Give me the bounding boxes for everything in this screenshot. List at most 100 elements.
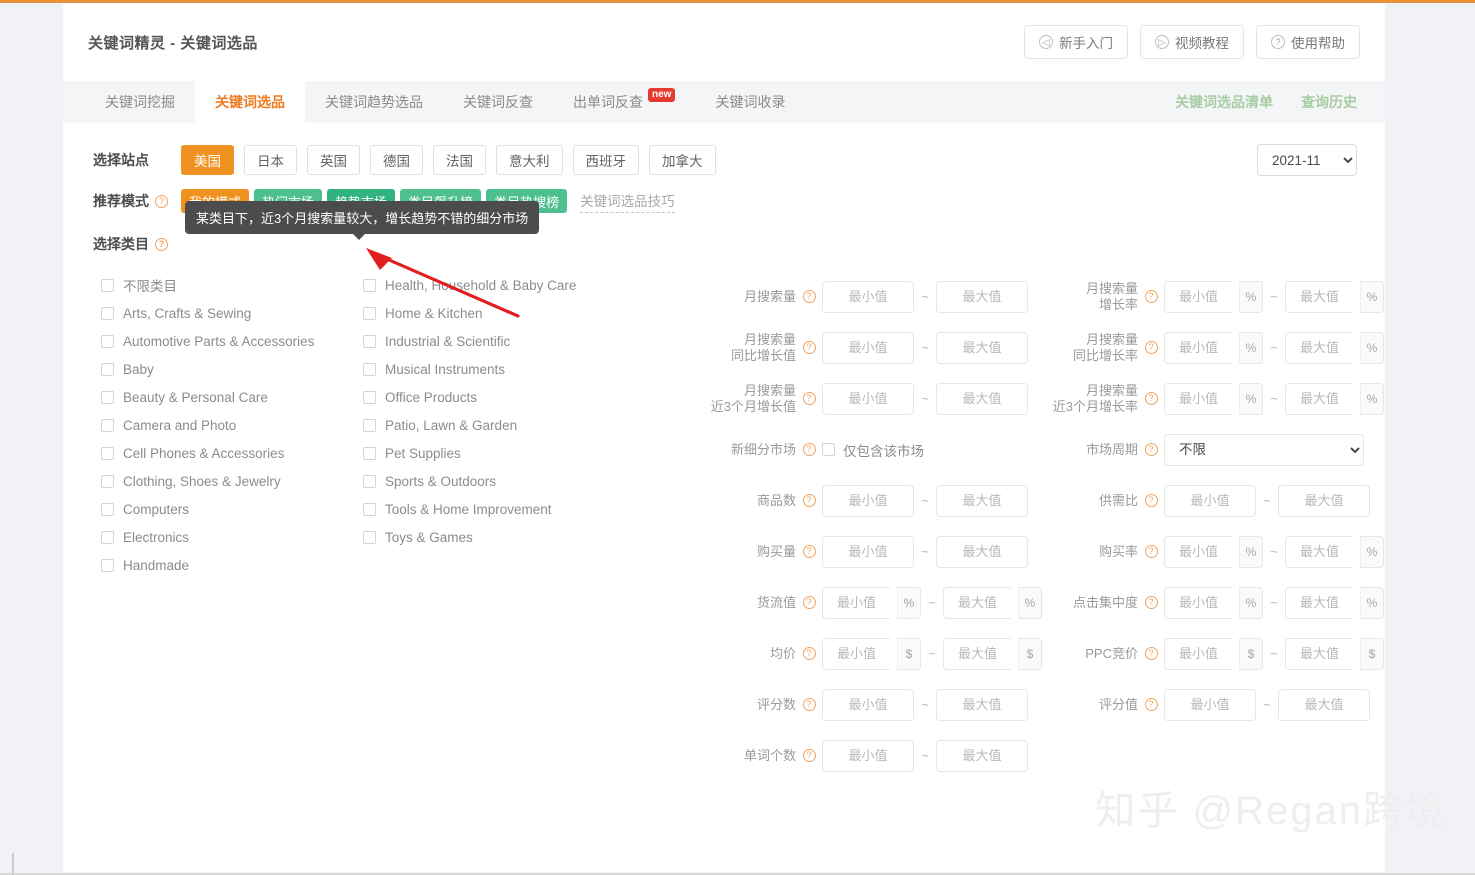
category-item[interactable]: Pet Supplies [363,439,625,467]
category-item[interactable]: Industrial & Scientific [363,327,625,355]
min-input[interactable] [1164,586,1232,619]
checkbox-icon[interactable] [363,334,376,348]
min-input[interactable] [822,739,914,772]
market-cycle-select[interactable]: 不限 [1164,433,1364,466]
category-item[interactable]: 不限类目 [101,271,363,299]
category-item[interactable]: Beauty & Personal Care [101,383,363,411]
category-item[interactable]: Home & Kitchen [363,299,625,327]
question-circle-icon[interactable]: ? [802,341,816,354]
beginner-guide-button[interactable]: ◁ 新手入门 [1024,25,1128,59]
category-item[interactable]: Electronics [101,523,363,551]
min-input[interactable] [822,331,914,364]
month-select[interactable]: 2021-11 [1257,144,1357,176]
max-input[interactable] [1285,586,1353,619]
category-item[interactable]: Cell Phones & Accessories [101,439,363,467]
tab-keyword-reverse[interactable]: 关键词反查 [443,81,553,123]
category-item[interactable]: Automotive Parts & Accessories [101,327,363,355]
question-circle-icon[interactable]: ? [1144,698,1158,711]
checkbox-icon[interactable] [101,530,114,544]
question-circle-icon[interactable]: ? [1144,443,1158,456]
checkbox-icon[interactable] [363,474,376,488]
category-item[interactable]: Clothing, Shoes & Jewelry [101,467,363,495]
min-input[interactable] [822,280,914,313]
video-tutorial-button[interactable]: ▷ 视频教程 [1140,25,1244,59]
min-input[interactable] [822,484,914,517]
site-button-ca[interactable]: 加拿大 [649,145,716,175]
min-input[interactable] [1164,535,1232,568]
category-item[interactable]: Baby [101,355,363,383]
min-input[interactable] [1164,637,1232,670]
max-input[interactable] [1285,280,1353,313]
max-input[interactable] [943,586,1011,619]
question-circle-icon[interactable]: ? [1144,647,1158,660]
checkbox-icon[interactable] [363,446,376,460]
max-input[interactable] [1285,331,1353,364]
max-input[interactable] [936,280,1028,313]
category-item[interactable]: Camera and Photo [101,411,363,439]
question-circle-icon[interactable]: ? [1144,494,1158,507]
max-input[interactable] [936,739,1028,772]
question-circle-icon[interactable]: ? [155,194,168,208]
checkbox-icon[interactable] [363,362,376,376]
category-item[interactable]: Handmade [101,551,363,579]
min-input[interactable] [822,637,890,670]
checkbox-icon[interactable] [101,446,114,460]
checkbox-icon[interactable] [363,306,376,320]
category-item[interactable]: Office Products [363,383,625,411]
checkbox-icon[interactable] [101,474,114,488]
question-circle-icon[interactable]: ? [1144,341,1158,354]
question-circle-icon[interactable]: ? [802,647,816,660]
only-this-market-checkbox-row[interactable]: 仅包含该市场 [822,440,924,460]
category-item[interactable]: Arts, Crafts & Sewing [101,299,363,327]
min-input[interactable] [1164,331,1232,364]
site-button-es[interactable]: 西班牙 [572,145,639,175]
question-circle-icon[interactable]: ? [802,290,816,303]
question-circle-icon[interactable]: ? [155,237,168,251]
checkbox-icon[interactable] [363,390,376,404]
question-circle-icon[interactable]: ? [1144,596,1158,609]
keyword-selection-list-link[interactable]: 关键词选品清单 [1175,92,1273,112]
checkbox-icon[interactable] [363,502,376,516]
category-item[interactable]: Musical Instruments [363,355,625,383]
site-button-uk[interactable]: 英国 [307,145,360,175]
min-input[interactable] [822,535,914,568]
checkbox-icon[interactable] [101,334,114,348]
max-input[interactable] [943,637,1011,670]
question-circle-icon[interactable]: ? [802,392,816,405]
keyword-selection-tips-link[interactable]: 关键词选品技巧 [580,190,675,213]
site-button-it[interactable]: 意大利 [496,145,563,175]
checkbox-icon[interactable] [363,278,376,292]
max-input[interactable] [936,331,1028,364]
category-item[interactable]: Toys & Games [363,523,625,551]
min-input[interactable] [1164,484,1256,517]
site-button-fr[interactable]: 法国 [433,145,486,175]
min-input[interactable] [1164,382,1232,415]
question-circle-icon[interactable]: ? [802,545,816,558]
max-input[interactable] [936,382,1028,415]
help-button[interactable]: ? 使用帮助 [1256,25,1360,59]
checkbox-icon[interactable] [363,418,376,432]
max-input[interactable] [1278,688,1370,721]
question-circle-icon[interactable]: ? [1144,290,1158,303]
site-button-us[interactable]: 美国 [181,145,234,175]
category-item[interactable]: Computers [101,495,363,523]
max-input[interactable] [936,688,1028,721]
checkbox-icon[interactable] [101,390,114,404]
min-input[interactable] [822,382,914,415]
question-circle-icon[interactable]: ? [802,749,816,762]
tab-keyword-selection[interactable]: 关键词选品 [195,81,305,123]
max-input[interactable] [1278,484,1370,517]
question-circle-icon[interactable]: ? [1144,392,1158,405]
site-button-jp[interactable]: 日本 [244,145,297,175]
checkbox-icon[interactable] [101,306,114,320]
query-history-link[interactable]: 查询历史 [1301,92,1357,112]
tab-keyword-trend-selection[interactable]: 关键词趋势选品 [305,81,443,123]
category-item[interactable]: Sports & Outdoors [363,467,625,495]
min-input[interactable] [1164,280,1232,313]
min-input[interactable] [822,586,890,619]
question-circle-icon[interactable]: ? [802,443,816,456]
tab-order-word-reverse[interactable]: 出单词反查 new [553,81,695,123]
checkbox-icon[interactable] [101,502,114,516]
max-input[interactable] [936,484,1028,517]
category-item[interactable]: Patio, Lawn & Garden [363,411,625,439]
